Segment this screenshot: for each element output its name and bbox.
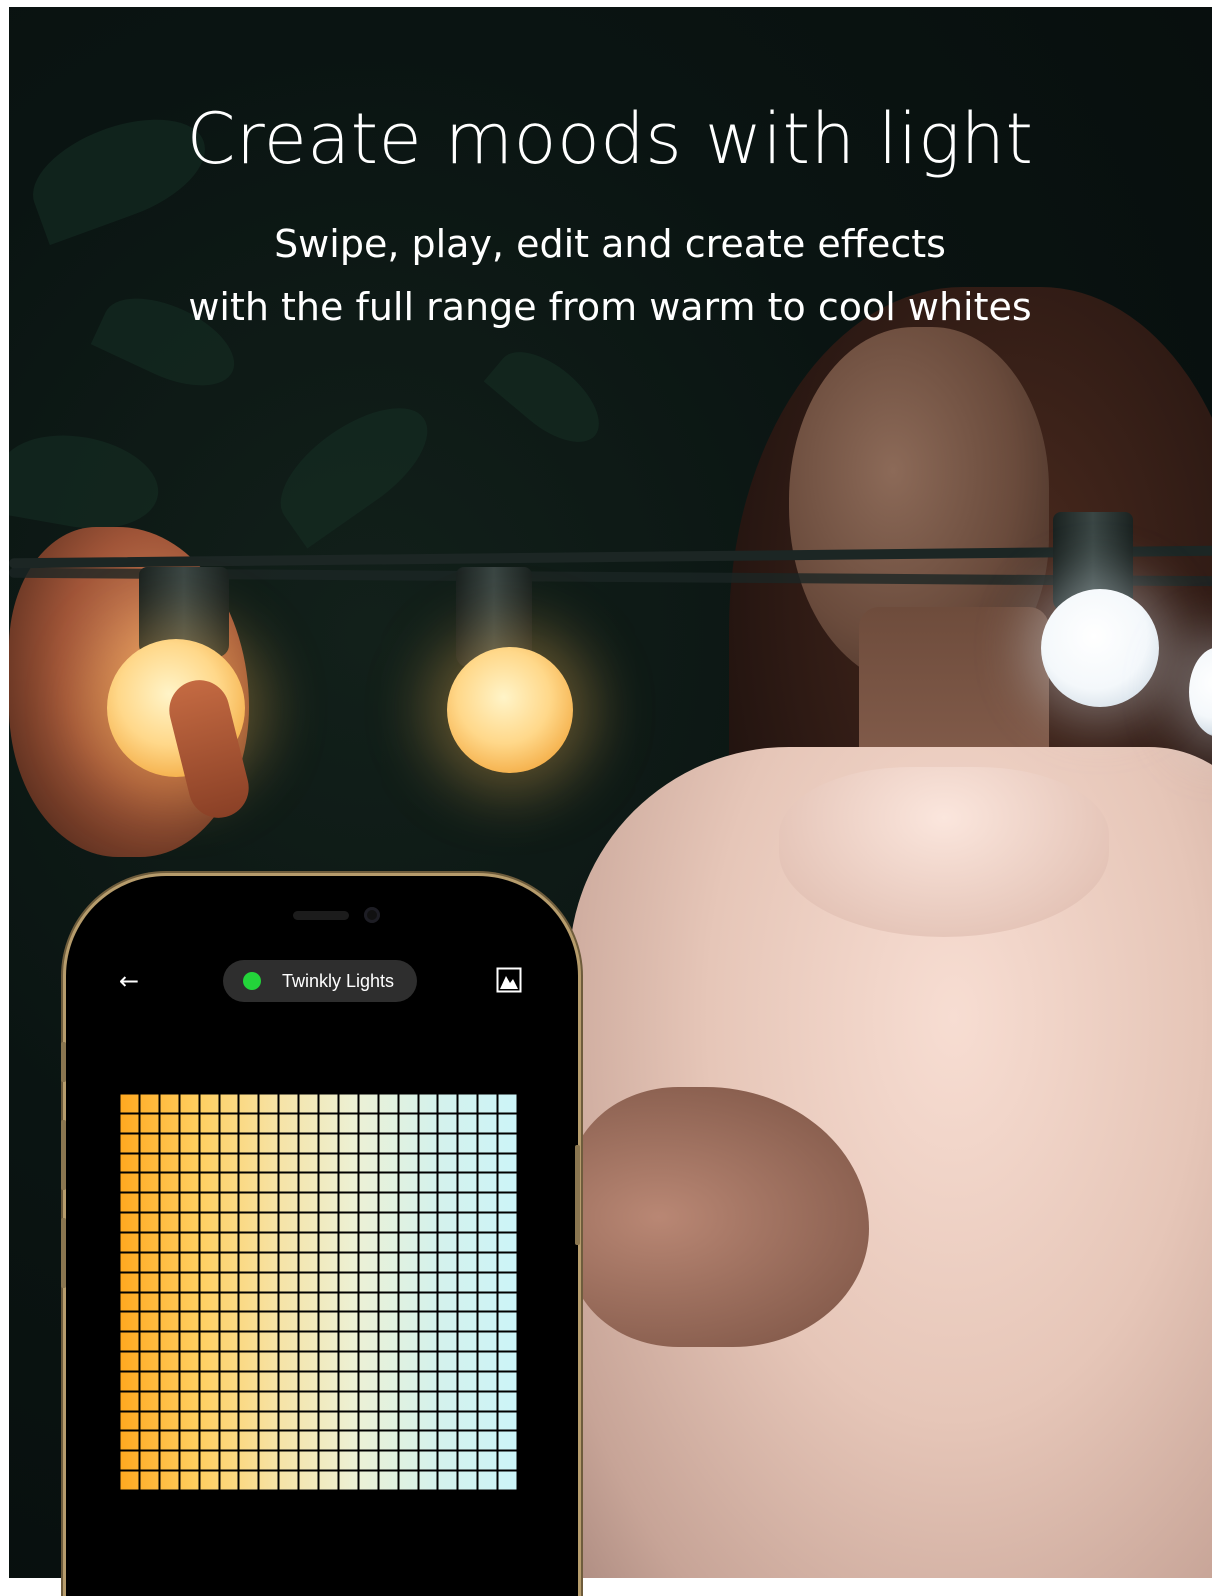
foliage <box>261 385 447 549</box>
phone-side-button <box>61 1120 66 1190</box>
led-grid-lines <box>119 1093 517 1490</box>
back-arrow-icon[interactable]: ← <box>116 966 142 996</box>
hero-subline: Swipe, play, edit and create effects <box>274 222 946 266</box>
warm-bulb <box>447 647 573 773</box>
phone-side-button <box>61 1218 66 1288</box>
phone-side-button <box>61 1042 66 1082</box>
phone-speaker <box>293 911 349 920</box>
device-name[interactable]: Twinkly Lights <box>282 969 394 993</box>
phone-side-button <box>575 1145 580 1245</box>
connection-status-dot <box>243 972 261 990</box>
foliage <box>9 423 166 541</box>
led-grid[interactable] <box>119 1093 517 1490</box>
phone-camera <box>364 907 380 923</box>
image-icon[interactable] <box>496 967 522 993</box>
foliage <box>483 335 615 459</box>
person-collar <box>779 767 1109 937</box>
hero-subline: with the full range from warm to cool wh… <box>188 285 1032 329</box>
cool-bulb <box>1041 589 1159 707</box>
hero-headline: Create moods with light <box>186 98 1034 180</box>
